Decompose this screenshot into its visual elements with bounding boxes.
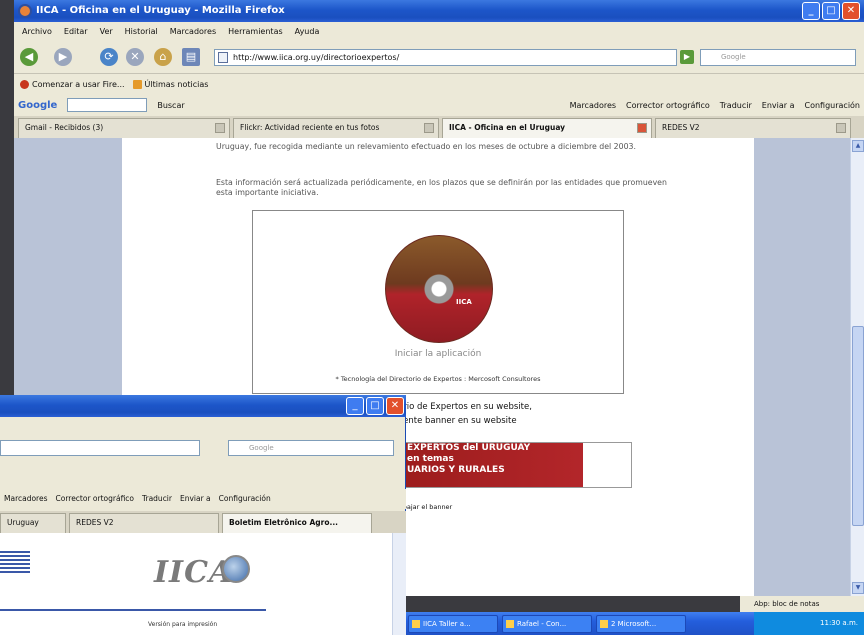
search-input[interactable]: Google	[700, 49, 856, 66]
second-tab-redes[interactable]: REDES V2	[69, 513, 219, 533]
second-maximize-button[interactable]: □	[366, 397, 384, 415]
menu-ayuda[interactable]: Ayuda	[295, 27, 320, 36]
menu-editar[interactable]: Editar	[64, 27, 88, 36]
stop-icon[interactable]: ✕	[126, 48, 144, 66]
menu-bar: Archivo Editar Ver Historial Marcadores …	[14, 22, 864, 40]
second-bookmarks-button[interactable]: Marcadores	[4, 489, 48, 509]
taskbar-item-iica[interactable]: IICA Taller a...	[408, 614, 498, 633]
home-icon[interactable]: ⌂	[154, 48, 172, 66]
page-info-icon[interactable]: ▤	[182, 48, 200, 66]
rss-icon	[132, 79, 142, 89]
invite-text-2: guiente banner en su website	[390, 416, 517, 426]
iica-logo: IICA	[154, 555, 234, 590]
tab-bar: Gmail - Recibidos (3) Flickr: Actividad …	[14, 116, 864, 138]
second-settings-button[interactable]: Configuración	[219, 489, 271, 509]
second-search-input[interactable]: Google	[228, 440, 394, 456]
tab-gmail[interactable]: Gmail - Recibidos (3)	[18, 118, 230, 138]
tab-flickr[interactable]: Flickr: Actividad reciente en tus fotos	[233, 118, 439, 138]
back-arrow-icon[interactable]: ◀	[20, 48, 38, 66]
second-google-toolbar: Marcadores Corrector ortográfico Traduci…	[0, 489, 406, 509]
stripes-logo	[0, 551, 30, 573]
window-title: IICA - Oficina en el Uruguay - Mozilla F…	[36, 5, 285, 16]
google-search-button[interactable]: Buscar	[157, 101, 184, 110]
system-tray: 11:30 a.m.	[754, 612, 864, 635]
update-paragraph: Esta información será actualizada periód…	[216, 178, 667, 197]
taskbar-item-rafael[interactable]: Rafael - Con...	[502, 614, 592, 633]
tab-close-icon[interactable]	[424, 123, 434, 133]
cd-image[interactable]: IICA	[385, 235, 493, 343]
second-spellcheck-button[interactable]: Corrector ortográfico	[56, 489, 135, 509]
scroll-up-icon[interactable]: ▲	[852, 140, 864, 152]
page-icon	[218, 52, 228, 63]
go-icon[interactable]: ▶	[680, 50, 694, 64]
status-text[interactable]: Abp: bloc de notas	[754, 600, 819, 608]
url-bar[interactable]: http://www.iica.org.uy/directorioexperto…	[214, 49, 677, 66]
settings-button[interactable]: Configuración	[804, 101, 860, 110]
reload-icon[interactable]: ⟳	[100, 48, 118, 66]
second-send-to-button[interactable]: Enviar a	[180, 489, 211, 509]
intro-paragraph: Uruguay, fue recogida mediante un releva…	[216, 142, 636, 151]
bookmarks-toolbar: Comenzar a usar Fire... Últimas noticias	[14, 74, 864, 94]
expertos-banner[interactable]: EXPERTOS del URUGUAY en temas UARIOS Y R…	[390, 442, 632, 488]
second-tab-boletim[interactable]: Boletim Eletrônico Agro...	[222, 513, 372, 533]
menu-herramientas[interactable]: Herramientas	[228, 27, 283, 36]
bookmark-news[interactable]: Últimas noticias	[132, 79, 208, 89]
minimize-button[interactable]: _	[802, 2, 820, 20]
firefox-bookmark-icon	[20, 79, 29, 89]
bookmark-getting-started[interactable]: Comenzar a usar Fire...	[20, 79, 125, 89]
launch-app-link[interactable]: Iniciar la aplicación	[253, 349, 623, 359]
window-title-bar[interactable]: IICA - Oficina en el Uruguay - Mozilla F…	[14, 0, 864, 22]
menu-marcadores[interactable]: Marcadores	[170, 27, 216, 36]
tab-redes[interactable]: REDES V2	[655, 118, 851, 138]
scroll-thumb[interactable]	[852, 326, 864, 526]
tab-close-icon[interactable]	[836, 123, 846, 133]
clock[interactable]: 11:30 a.m.	[820, 619, 858, 627]
cd-application-box[interactable]: IICA Iniciar la aplicación * Tecnología …	[252, 210, 624, 394]
second-tab-bar: Uruguay REDES V2 Boletim Eletrônico Agro…	[0, 511, 406, 533]
translate-button[interactable]: Traducir	[720, 101, 752, 110]
maximize-button[interactable]: □	[822, 2, 840, 20]
scroll-down-icon[interactable]: ▼	[852, 582, 864, 594]
second-browser-window[interactable]: _ □ ✕ Google Marcadores Corrector ortogr…	[0, 395, 406, 635]
globe-icon	[222, 555, 250, 583]
menu-historial[interactable]: Historial	[125, 27, 158, 36]
google-search-input[interactable]	[67, 98, 148, 112]
status-bar: Abp: bloc de notas	[740, 596, 864, 612]
taskbar: IICA Taller a... Rafael - Con... 2 Micro…	[404, 612, 864, 635]
firefox-icon	[18, 4, 32, 18]
search-placeholder: Google	[721, 53, 746, 61]
google-bookmarks-button[interactable]: Marcadores	[570, 101, 616, 110]
cd-credit: * Tecnología del Directorio de Expertos …	[335, 375, 541, 383]
tab-close-icon[interactable]	[215, 123, 225, 133]
navigation-toolbar: ◀ ▶ ⟳ ✕ ⌂ ▤ http://www.iica.org.uy/direc…	[14, 40, 864, 74]
second-close-button[interactable]: ✕	[386, 397, 404, 415]
taskbar-item-microsoft[interactable]: 2 Microsoft...	[596, 614, 686, 633]
second-scrollbar[interactable]	[392, 533, 406, 635]
second-web-page: IICA Versión para impresión	[0, 533, 392, 635]
url-text: http://www.iica.org.uy/directorioexperto…	[233, 53, 400, 62]
vertical-scrollbar[interactable]: ▲ ▼	[850, 138, 864, 596]
second-minimize-button[interactable]: _	[346, 397, 364, 415]
tab-iica[interactable]: IICA - Oficina en el Uruguay	[442, 118, 652, 138]
print-version-link[interactable]: Versión para impresión	[148, 621, 217, 628]
second-translate-button[interactable]: Traducir	[142, 489, 172, 509]
menu-ver[interactable]: Ver	[100, 27, 113, 36]
second-window-title-bar[interactable]: _ □ ✕	[0, 395, 406, 417]
close-button[interactable]: ✕	[842, 2, 860, 20]
send-to-button[interactable]: Enviar a	[762, 101, 795, 110]
invite-text-1: ctorio de Expertos en su website,	[390, 402, 532, 412]
tab-close-icon[interactable]	[637, 123, 647, 133]
menu-archivo[interactable]: Archivo	[22, 27, 52, 36]
google-toolbar: Google Buscar Marcadores Corrector ortog…	[14, 94, 864, 116]
forward-arrow-icon[interactable]: ▶	[54, 48, 72, 66]
second-tab-uruguay[interactable]: Uruguay	[0, 513, 66, 533]
second-url-bar[interactable]	[0, 440, 200, 456]
spellcheck-button[interactable]: Corrector ortográfico	[626, 101, 710, 110]
divider	[0, 609, 266, 611]
google-logo: Google	[18, 99, 58, 111]
